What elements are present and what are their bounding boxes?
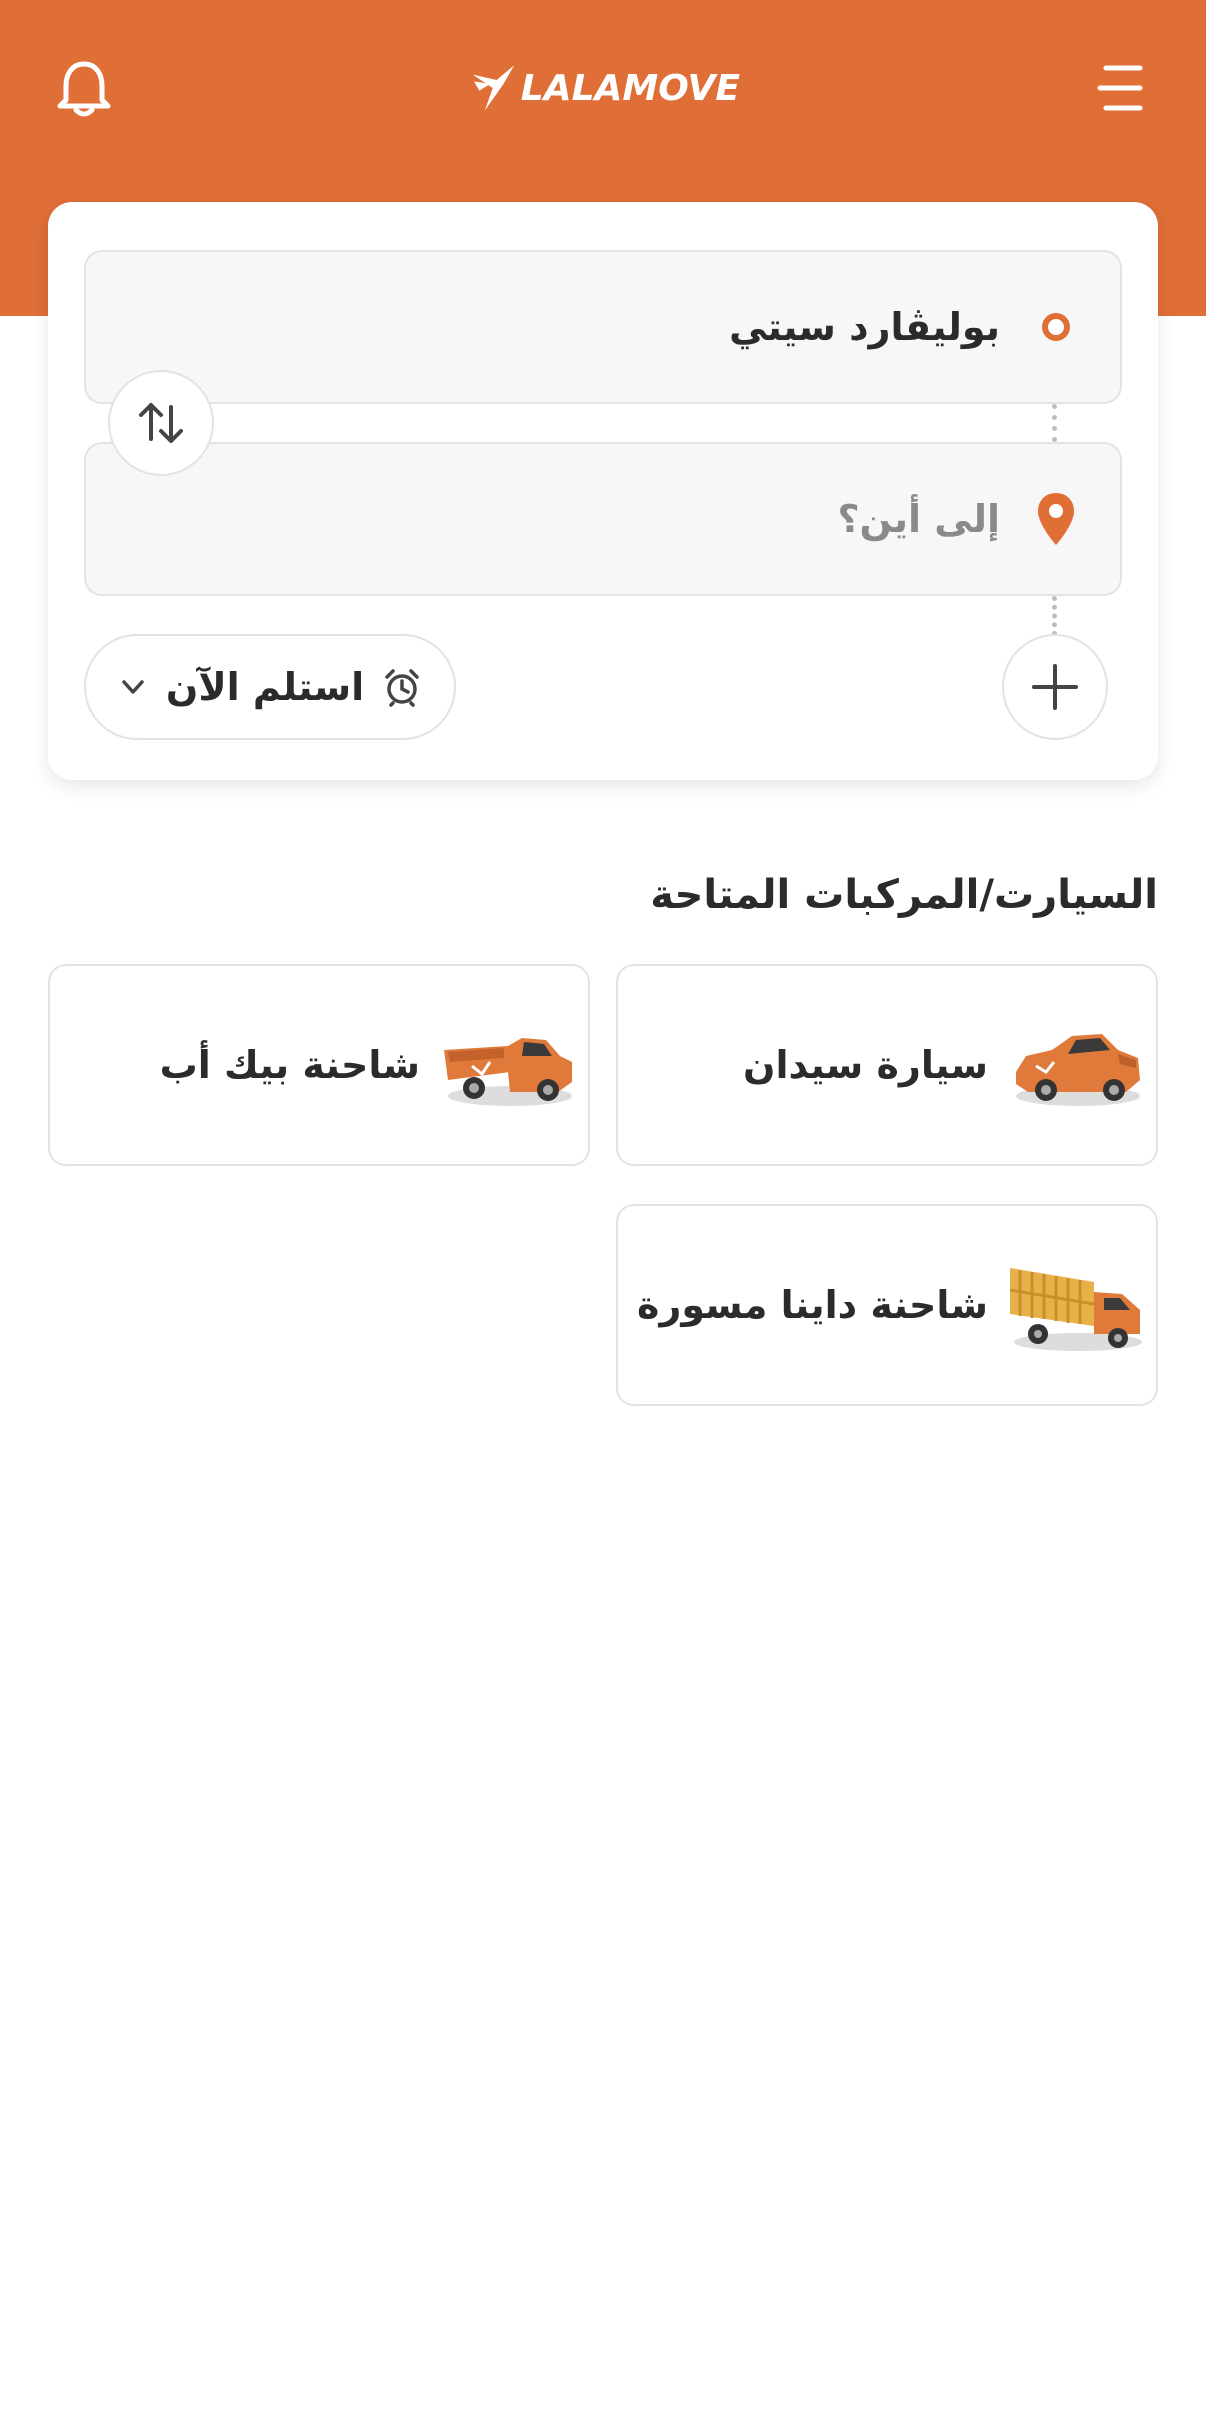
add-stop-button[interactable] (1002, 634, 1108, 740)
pickup-field[interactable]: بوليڤارد سيتي (84, 250, 1122, 404)
vehicle-name: سيارة سيدان (743, 1043, 988, 1087)
route-connector (1052, 404, 1057, 442)
vehicle-option-pickup[interactable]: شاحنة بيك أب (48, 964, 590, 1166)
hamburger-menu-icon[interactable] (1092, 62, 1144, 114)
pickup-circle-icon (1042, 313, 1070, 341)
pickup-time-selector[interactable]: استلم الآن (84, 634, 456, 740)
vehicle-name: شاحنة داينا مسورة (637, 1283, 988, 1327)
sedan-car-icon (1016, 1034, 1140, 1106)
route-card: بوليڤارد سيتي إلى أين؟ استلم الآن (48, 202, 1158, 780)
vehicle-name: شاحنة بيك أب (159, 1043, 420, 1087)
pickup-truck-icon (444, 1038, 572, 1106)
brand-name: LALAMOVE (520, 67, 740, 109)
vehicle-option-dyna-truck[interactable]: شاحنة داينا مسورة (616, 1204, 1158, 1406)
swap-arrows-icon (139, 403, 183, 443)
chevron-down-icon (122, 680, 144, 694)
hummingbird-logo-icon (472, 65, 515, 111)
dyna-cage-truck-icon (1009, 1268, 1142, 1351)
vehicle-option-sedan[interactable]: سيارة سيدان (616, 964, 1158, 1166)
location-pin-icon (1038, 493, 1074, 545)
dropoff-placeholder: إلى أين؟ (837, 497, 1000, 541)
swap-button[interactable] (108, 370, 214, 476)
pickup-address: بوليڤارد سيتي (729, 305, 1000, 349)
pickup-time-label: استلم الآن (165, 665, 365, 709)
alarm-clock-icon (385, 669, 419, 707)
plus-icon (1032, 664, 1078, 710)
dropoff-field[interactable]: إلى أين؟ (84, 442, 1122, 596)
vehicles-section-title: السيارت/المركبات المتاحة (650, 872, 1158, 918)
lalamove-logo: LALAMOVE (470, 48, 740, 128)
bell-icon[interactable] (52, 56, 116, 120)
route-connector (1052, 596, 1057, 636)
